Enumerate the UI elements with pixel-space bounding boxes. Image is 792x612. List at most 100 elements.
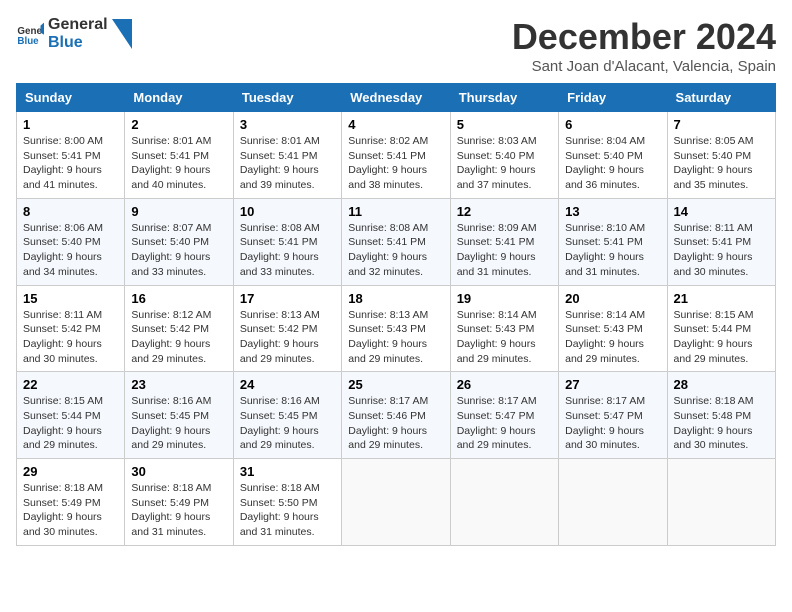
calendar-day-cell: 5 Sunrise: 8:03 AMSunset: 5:40 PMDaylight… xyxy=(450,112,558,199)
day-info: Sunrise: 8:14 AMSunset: 5:43 PMDaylight:… xyxy=(457,308,552,367)
day-info: Sunrise: 8:01 AMSunset: 5:41 PMDaylight:… xyxy=(131,134,226,193)
day-number: 1 xyxy=(23,117,118,132)
day-info: Sunrise: 8:16 AMSunset: 5:45 PMDaylight:… xyxy=(240,394,335,453)
day-number: 9 xyxy=(131,204,226,219)
calendar-day-cell: 12 Sunrise: 8:09 AMSunset: 5:41 PMDayligh… xyxy=(450,198,558,285)
day-number: 25 xyxy=(348,377,443,392)
day-info: Sunrise: 8:13 AMSunset: 5:42 PMDaylight:… xyxy=(240,308,335,367)
day-number: 13 xyxy=(565,204,660,219)
day-number: 11 xyxy=(348,204,443,219)
day-info: Sunrise: 8:02 AMSunset: 5:41 PMDaylight:… xyxy=(348,134,443,193)
calendar-day-cell: 24 Sunrise: 8:16 AMSunset: 5:45 PMDayligh… xyxy=(233,372,341,459)
day-number: 6 xyxy=(565,117,660,132)
day-number: 19 xyxy=(457,291,552,306)
calendar-day-cell: 14 Sunrise: 8:11 AMSunset: 5:41 PMDayligh… xyxy=(667,198,775,285)
calendar-day-cell: 19 Sunrise: 8:14 AMSunset: 5:43 PMDayligh… xyxy=(450,285,558,372)
day-number: 12 xyxy=(457,204,552,219)
day-number: 17 xyxy=(240,291,335,306)
weekday-header: Monday xyxy=(125,84,233,112)
day-number: 10 xyxy=(240,204,335,219)
day-number: 27 xyxy=(565,377,660,392)
day-info: Sunrise: 8:14 AMSunset: 5:43 PMDaylight:… xyxy=(565,308,660,367)
day-number: 29 xyxy=(23,464,118,479)
weekday-header: Thursday xyxy=(450,84,558,112)
day-number: 22 xyxy=(23,377,118,392)
calendar-day-cell: 31 Sunrise: 8:18 AMSunset: 5:50 PMDayligh… xyxy=(233,459,341,546)
day-number: 18 xyxy=(348,291,443,306)
calendar-table: SundayMondayTuesdayWednesdayThursdayFrid… xyxy=(16,83,776,546)
month-title: December 2024 xyxy=(512,16,776,58)
day-number: 2 xyxy=(131,117,226,132)
day-number: 15 xyxy=(23,291,118,306)
calendar-day-cell: 7 Sunrise: 8:05 AMSunset: 5:40 PMDaylight… xyxy=(667,112,775,199)
calendar-week-row: 15 Sunrise: 8:11 AMSunset: 5:42 PMDayligh… xyxy=(17,285,776,372)
calendar-day-cell: 21 Sunrise: 8:15 AMSunset: 5:44 PMDayligh… xyxy=(667,285,775,372)
day-number: 30 xyxy=(131,464,226,479)
calendar-day-cell: 10 Sunrise: 8:08 AMSunset: 5:41 PMDayligh… xyxy=(233,198,341,285)
calendar-day-cell: 26 Sunrise: 8:17 AMSunset: 5:47 PMDayligh… xyxy=(450,372,558,459)
calendar-week-row: 1Sunrise: 8:00 AMSunset: 5:41 PMDaylight… xyxy=(17,112,776,199)
day-number: 5 xyxy=(457,117,552,132)
day-info: Sunrise: 8:15 AMSunset: 5:44 PMDaylight:… xyxy=(674,308,769,367)
calendar-day-cell: 11 Sunrise: 8:08 AMSunset: 5:41 PMDayligh… xyxy=(342,198,450,285)
calendar-week-row: 29 Sunrise: 8:18 AMSunset: 5:49 PMDayligh… xyxy=(17,459,776,546)
day-info: Sunrise: 8:04 AMSunset: 5:40 PMDaylight:… xyxy=(565,134,660,193)
day-info: Sunrise: 8:05 AMSunset: 5:40 PMDaylight:… xyxy=(674,134,769,193)
calendar-day-cell: 16 Sunrise: 8:12 AMSunset: 5:42 PMDayligh… xyxy=(125,285,233,372)
day-info: Sunrise: 8:15 AMSunset: 5:44 PMDaylight:… xyxy=(23,394,118,453)
day-info: Sunrise: 8:10 AMSunset: 5:41 PMDaylight:… xyxy=(565,221,660,280)
day-info: Sunrise: 8:16 AMSunset: 5:45 PMDaylight:… xyxy=(131,394,226,453)
day-number: 3 xyxy=(240,117,335,132)
calendar-day-cell: 20Sunrise: 8:14 AMSunset: 5:43 PMDayligh… xyxy=(559,285,667,372)
day-number: 23 xyxy=(131,377,226,392)
day-info: Sunrise: 8:17 AMSunset: 5:47 PMDaylight:… xyxy=(457,394,552,453)
svg-text:Blue: Blue xyxy=(17,35,39,46)
weekday-header: Wednesday xyxy=(342,84,450,112)
calendar-week-row: 22 Sunrise: 8:15 AMSunset: 5:44 PMDayligh… xyxy=(17,372,776,459)
day-number: 16 xyxy=(131,291,226,306)
calendar-day-cell: 13 Sunrise: 8:10 AMSunset: 5:41 PMDayligh… xyxy=(559,198,667,285)
day-info: Sunrise: 8:09 AMSunset: 5:41 PMDaylight:… xyxy=(457,221,552,280)
page-header: General Blue General Blue December 2024 … xyxy=(16,16,776,75)
day-info: Sunrise: 8:11 AMSunset: 5:42 PMDaylight:… xyxy=(23,308,118,367)
day-number: 14 xyxy=(674,204,769,219)
day-info: Sunrise: 8:08 AMSunset: 5:41 PMDaylight:… xyxy=(348,221,443,280)
calendar-day-cell: 8 Sunrise: 8:06 AMSunset: 5:40 PMDaylight… xyxy=(17,198,125,285)
calendar-day-cell: 30 Sunrise: 8:18 AMSunset: 5:49 PMDayligh… xyxy=(125,459,233,546)
calendar-day-cell: 18 Sunrise: 8:13 AMSunset: 5:43 PMDayligh… xyxy=(342,285,450,372)
day-info: Sunrise: 8:01 AMSunset: 5:41 PMDaylight:… xyxy=(240,134,335,193)
calendar-day-cell xyxy=(342,459,450,546)
day-info: Sunrise: 8:18 AMSunset: 5:50 PMDaylight:… xyxy=(240,481,335,540)
day-number: 26 xyxy=(457,377,552,392)
day-info: Sunrise: 8:13 AMSunset: 5:43 PMDaylight:… xyxy=(348,308,443,367)
day-number: 31 xyxy=(240,464,335,479)
calendar-day-cell xyxy=(559,459,667,546)
day-info: Sunrise: 8:12 AMSunset: 5:42 PMDaylight:… xyxy=(131,308,226,367)
day-info: Sunrise: 8:08 AMSunset: 5:41 PMDaylight:… xyxy=(240,221,335,280)
logo-icon: General Blue xyxy=(16,20,44,48)
day-number: 21 xyxy=(674,291,769,306)
location-title: Sant Joan d'Alacant, Valencia, Spain xyxy=(512,58,776,75)
day-info: Sunrise: 8:18 AMSunset: 5:49 PMDaylight:… xyxy=(131,481,226,540)
day-number: 8 xyxy=(23,204,118,219)
calendar-day-cell: 6 Sunrise: 8:04 AMSunset: 5:40 PMDaylight… xyxy=(559,112,667,199)
day-info: Sunrise: 8:17 AMSunset: 5:46 PMDaylight:… xyxy=(348,394,443,453)
day-info: Sunrise: 8:06 AMSunset: 5:40 PMDaylight:… xyxy=(23,221,118,280)
calendar-day-cell: 29 Sunrise: 8:18 AMSunset: 5:49 PMDayligh… xyxy=(17,459,125,546)
calendar-day-cell xyxy=(667,459,775,546)
weekday-header: Saturday xyxy=(667,84,775,112)
title-block: December 2024 Sant Joan d'Alacant, Valen… xyxy=(512,16,776,75)
calendar-day-cell: 2 Sunrise: 8:01 AMSunset: 5:41 PMDaylight… xyxy=(125,112,233,199)
calendar-day-cell: 3 Sunrise: 8:01 AMSunset: 5:41 PMDaylight… xyxy=(233,112,341,199)
calendar-day-cell: 15 Sunrise: 8:11 AMSunset: 5:42 PMDayligh… xyxy=(17,285,125,372)
weekday-header: Tuesday xyxy=(233,84,341,112)
logo-triangle-icon xyxy=(112,19,132,49)
day-number: 24 xyxy=(240,377,335,392)
calendar-day-cell: 17 Sunrise: 8:13 AMSunset: 5:42 PMDayligh… xyxy=(233,285,341,372)
calendar-day-cell: 25 Sunrise: 8:17 AMSunset: 5:46 PMDayligh… xyxy=(342,372,450,459)
day-number: 7 xyxy=(674,117,769,132)
day-info: Sunrise: 8:03 AMSunset: 5:40 PMDaylight:… xyxy=(457,134,552,193)
day-info: Sunrise: 8:18 AMSunset: 5:49 PMDaylight:… xyxy=(23,481,118,540)
calendar-day-cell: 1Sunrise: 8:00 AMSunset: 5:41 PMDaylight… xyxy=(17,112,125,199)
day-info: Sunrise: 8:11 AMSunset: 5:41 PMDaylight:… xyxy=(674,221,769,280)
